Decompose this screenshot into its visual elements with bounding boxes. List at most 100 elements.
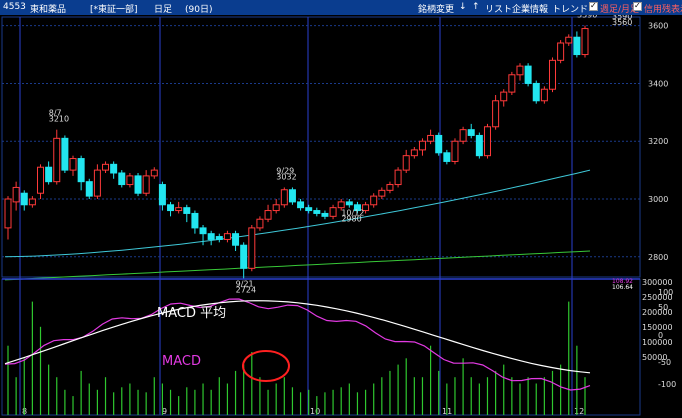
macd-tick-label: -100 (658, 380, 676, 389)
crossover-circle (242, 350, 290, 382)
candle-body (223, 233, 231, 240)
candle-body (548, 59, 556, 90)
candle-body (508, 74, 516, 93)
stock-name: 東和薬品 (30, 5, 67, 15)
macd-signal-line (4, 300, 591, 374)
candle-body (305, 207, 313, 212)
toolbar: 4553 東和薬品 [*東証一部] 日足 (90日) 銘柄変更 ↓ ↑ リスト … (0, 0, 682, 15)
candle-body (581, 28, 589, 56)
candle-body (167, 204, 175, 212)
candle-body (492, 100, 500, 128)
market-label: [*東証一部] (90, 5, 138, 15)
stock-code: 4553 (3, 2, 26, 12)
y-tick-label: 3600 (648, 22, 668, 31)
signal-latest-label: 106.64 (612, 284, 633, 291)
macd-signal-label: MACD 平均 (157, 306, 226, 321)
candle-body (102, 163, 110, 171)
y-tick-label: 3400 (648, 79, 668, 88)
candle-body (297, 201, 305, 209)
candle-body (150, 169, 158, 177)
candle-body (500, 91, 508, 102)
candle-body (540, 88, 548, 102)
candle-body (215, 236, 223, 240)
candle-body (118, 172, 126, 186)
candle-body (557, 42, 565, 61)
candle-body (313, 210, 321, 214)
candle-body (158, 184, 166, 206)
candle-body (524, 65, 532, 84)
company-info-button[interactable]: 企業情報 (512, 2, 548, 15)
last-price-label: 3560 (612, 18, 632, 27)
down-arrow-icon[interactable]: ↓ (459, 2, 467, 12)
candle-body (207, 233, 215, 240)
y-tick-label: 3200 (648, 137, 668, 146)
candle-body (565, 36, 573, 44)
candle-body (418, 140, 426, 151)
macd-tick-label: -50 (658, 358, 671, 367)
candle-body (183, 207, 191, 214)
candle-body (451, 140, 459, 162)
candle-body (410, 149, 418, 157)
candle-body (45, 166, 53, 183)
candle-body (370, 195, 378, 206)
volume-tick-label: 300000 (642, 278, 673, 287)
candle-body (134, 175, 142, 194)
candle-body (573, 36, 581, 56)
candle-body (28, 198, 36, 206)
annotation-value: 3210 (49, 115, 69, 124)
candle-body (427, 134, 435, 142)
candle-body (53, 137, 61, 183)
macd-tick-label: 50 (658, 303, 668, 312)
annotation-value: 3032 (276, 172, 296, 181)
candle-body (532, 82, 540, 102)
y-tick-label: 2800 (648, 253, 668, 262)
up-arrow-icon[interactable]: ↑ (472, 2, 480, 12)
weekly-checkbox[interactable] (589, 1, 598, 11)
annotation-value: 3590 (577, 15, 597, 20)
period-label: 日足 (154, 5, 173, 15)
y-tick-label: 3000 (648, 195, 668, 204)
candle-body (4, 198, 12, 229)
candle-body (191, 212, 199, 229)
macd-line (4, 298, 591, 391)
trend-button[interactable]: トレンド (552, 2, 588, 15)
candle-body (345, 201, 353, 206)
candle-body (321, 212, 329, 217)
candle-body (516, 65, 524, 76)
annotation-value: 2980 (341, 215, 361, 224)
candle-body (248, 227, 256, 269)
candle-body (199, 227, 207, 235)
list-button[interactable]: リスト (485, 2, 512, 15)
candle-body (337, 201, 345, 209)
annotation-value: 2724 (236, 286, 256, 295)
margin-checkbox[interactable] (633, 1, 642, 11)
candle-body (272, 204, 280, 212)
candle-body (435, 134, 443, 154)
candle-body (459, 129, 467, 142)
change-symbol-button[interactable]: 銘柄変更 (418, 2, 454, 15)
candle-body (110, 163, 118, 174)
candle-body (378, 189, 386, 197)
chart-window: 4553 東和薬品 [*東証一部] 日足 (90日) 銘柄変更 ↓ ↑ リスト … (0, 0, 682, 418)
candle-body (329, 207, 337, 217)
candle-body (175, 207, 183, 212)
price-panel-frame (1, 16, 641, 278)
candle-body (386, 184, 394, 191)
candle-body (142, 175, 150, 194)
candle-body (232, 233, 240, 246)
days-label: (90日) (185, 5, 213, 15)
candle-body (37, 166, 45, 194)
candle-body (280, 189, 288, 206)
candle-body (402, 155, 410, 171)
candle-body (264, 210, 272, 220)
candle-body (483, 126, 491, 157)
candle-body (93, 169, 101, 197)
chart-area: 89101112360034003200300028008/732109/212… (1, 15, 676, 416)
candle-body (467, 129, 475, 136)
candle-body (69, 158, 77, 171)
candle-body (61, 137, 69, 171)
macd-tick-label: 100 (658, 288, 673, 297)
candle-body (240, 244, 248, 269)
candle-body (77, 158, 85, 183)
macd-tick-label: 0 (658, 331, 663, 340)
